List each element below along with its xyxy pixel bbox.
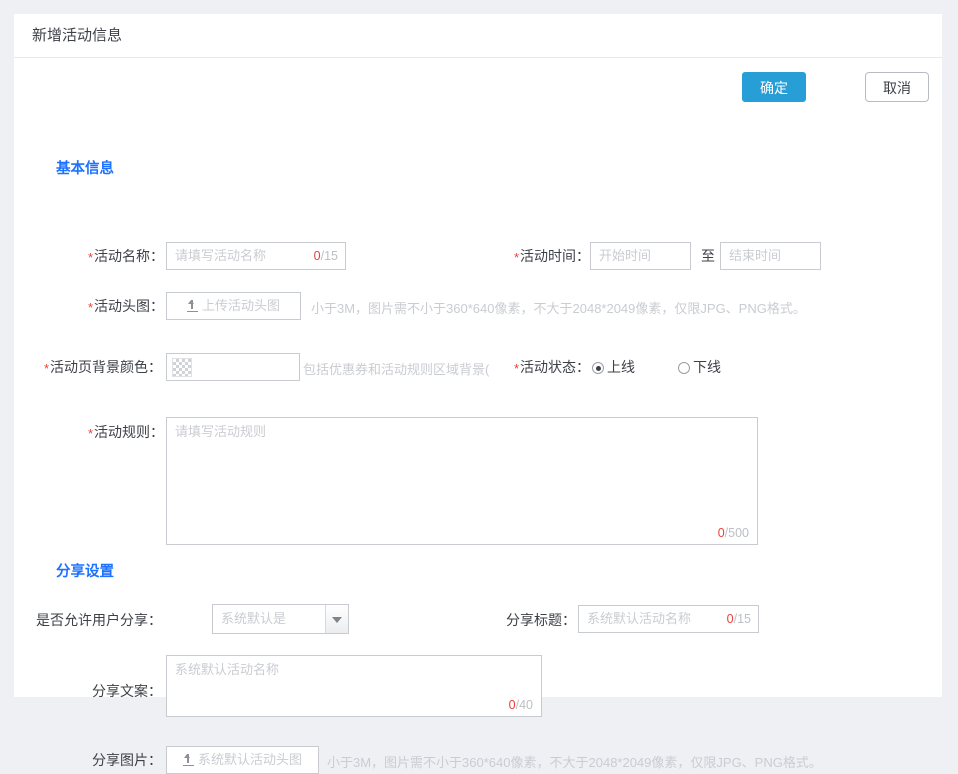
activity-rule-textarea[interactable]: 请填写活动规则 0/500 — [166, 417, 758, 545]
activity-rule-label: *活动规则： — [87, 424, 164, 441]
allow-share-label: 是否允许用户分享： — [36, 612, 162, 628]
upload-banner-label: 上传活动头图 — [201, 298, 280, 313]
page-bg-color-label: *活动页背景颜色： — [43, 359, 162, 376]
share-copy-placeholder: 系统默认活动名称 — [175, 662, 280, 677]
upload-activity-banner-button[interactable]: 上传活动头图 — [166, 292, 301, 320]
activity-status-label: *活动状态： — [513, 359, 590, 376]
radio-label-online: 上线 — [607, 359, 635, 375]
share-copy-counter: 0/40 — [508, 698, 533, 712]
activity-name-label: *活动名称： — [87, 248, 164, 265]
share-title-label: 分享标题： — [506, 612, 576, 628]
end-time-placeholder: 结束时间 — [729, 248, 782, 263]
radio-unselected-icon — [678, 362, 690, 374]
action-bar: 确定 取消 — [14, 58, 942, 114]
share-title-counter: 0/15 — [726, 612, 751, 626]
required-mark: * — [43, 361, 49, 376]
upload-icon — [182, 754, 194, 766]
page-bg-color-hint: 包括优惠券和活动规则区域背景( — [303, 362, 489, 377]
upload-icon — [186, 300, 198, 312]
share-title-input[interactable]: 系统默认活动名称 0/15 — [578, 605, 759, 633]
confirm-button[interactable]: 确定 — [742, 72, 806, 102]
upload-share-image-button[interactable]: 系统默认活动头图 — [166, 746, 319, 774]
required-mark: * — [513, 250, 519, 265]
activity-start-time-input[interactable]: 开始时间 — [590, 242, 691, 270]
share-copy-textarea[interactable]: 系统默认活动名称 0/40 — [166, 655, 542, 717]
share-image-label: 分享图片： — [92, 752, 162, 768]
activity-name-counter: 0/15 — [313, 249, 338, 263]
radio-selected-icon — [592, 362, 604, 374]
activity-status-radio-online[interactable]: 上线 — [592, 357, 635, 377]
required-mark: * — [87, 426, 93, 441]
activity-name-input[interactable]: 请填写活动名称 0/15 — [166, 242, 346, 270]
radio-label-offline: 下线 — [693, 359, 721, 375]
page-title: 新增活动信息 — [14, 14, 942, 58]
share-title-placeholder: 系统默认活动名称 — [587, 611, 692, 626]
share-copy-label: 分享文案： — [92, 683, 162, 699]
required-mark: * — [87, 250, 93, 265]
section-title-share: 分享设置 — [56, 564, 114, 580]
allow-share-select[interactable]: 系统默认是 — [212, 604, 349, 634]
color-swatch[interactable] — [172, 358, 192, 377]
activity-status-radio-offline[interactable]: 下线 — [678, 357, 721, 377]
activity-rule-placeholder: 请填写活动规则 — [175, 424, 267, 439]
share-image-hint: 小于3M，图片需不小于360*640像素，不大于2048*2049像素，仅限JP… — [327, 755, 822, 770]
required-mark: * — [87, 300, 93, 315]
activity-time-label: *活动时间： — [513, 248, 590, 265]
add-activity-card: 新增活动信息 确定 取消 基本信息 *活动名称： 请填写活动名称 0/15 *活… — [14, 14, 942, 774]
activity-banner-hint: 小于3M，图片需不小于360*640像素，不大于2048*2049像素，仅限JP… — [311, 301, 806, 316]
start-time-placeholder: 开始时间 — [599, 248, 652, 263]
activity-end-time-input[interactable]: 结束时间 — [720, 242, 821, 270]
activity-rule-counter: 0/500 — [717, 526, 749, 540]
activity-name-placeholder: 请填写活动名称 — [175, 248, 267, 263]
section-title-basic: 基本信息 — [56, 161, 114, 177]
activity-banner-label: *活动头图： — [87, 298, 164, 315]
upload-share-image-label: 系统默认活动头图 — [197, 752, 302, 767]
cancel-button[interactable]: 取消 — [865, 72, 929, 102]
chevron-down-icon[interactable] — [325, 605, 348, 633]
required-mark: * — [513, 361, 519, 376]
time-range-separator: 至 — [701, 248, 715, 264]
page-bg-color-input[interactable] — [166, 353, 300, 381]
allow-share-value: 系统默认是 — [221, 611, 287, 626]
